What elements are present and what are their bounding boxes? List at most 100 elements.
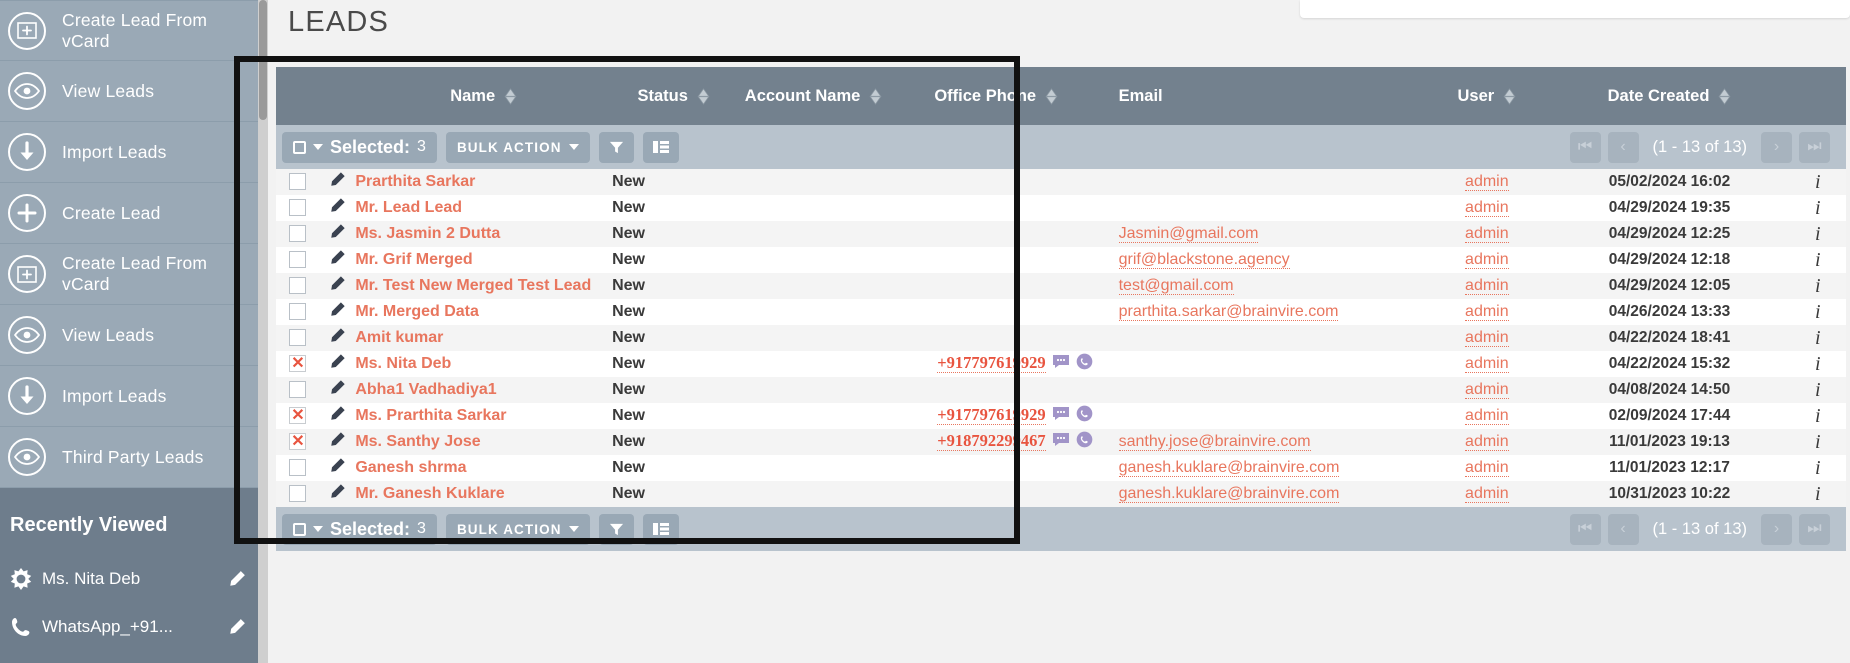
lead-email-link[interactable]: test@gmail.com xyxy=(1118,277,1234,295)
page-last-button[interactable]: ⏭ xyxy=(1799,513,1830,545)
column-header-status[interactable]: Status xyxy=(612,67,736,125)
page-next-button[interactable]: › xyxy=(1761,513,1792,545)
row-checkbox[interactable] xyxy=(289,329,307,347)
sidebar-item-import-leads[interactable]: Import Leads xyxy=(0,122,258,183)
assigned-user-link[interactable]: admin xyxy=(1465,173,1509,191)
page-prev-button[interactable]: ‹ xyxy=(1607,131,1639,163)
selected-dropdown-button-bottom[interactable]: Selected: 3 xyxy=(282,513,437,545)
row-checkbox-checked[interactable]: ✕ xyxy=(289,407,307,425)
scrollbar-thumb[interactable] xyxy=(259,0,267,120)
lead-name-link[interactable]: Ganesh shrma xyxy=(355,459,466,476)
whatsapp-icon[interactable] xyxy=(1076,353,1093,375)
row-edit-cell[interactable] xyxy=(319,169,356,195)
lead-name-link[interactable]: Abha1 Vadhadiya1 xyxy=(355,381,496,398)
lead-email-link[interactable]: ganesh.kuklare@brainvire.com xyxy=(1118,485,1340,503)
row-edit-cell[interactable] xyxy=(319,481,356,507)
sidebar-item-view-leads[interactable]: View Leads xyxy=(0,305,258,366)
column-header-user[interactable]: User xyxy=(1424,67,1550,125)
lead-name-link[interactable]: Ms. Prarthita Sarkar xyxy=(355,407,506,424)
assigned-user-link[interactable]: admin xyxy=(1465,485,1509,503)
row-edit-cell[interactable] xyxy=(319,221,356,247)
page-first-button[interactable]: ⏮ xyxy=(1569,513,1601,545)
lead-email-link[interactable]: grif@blackstone.agency xyxy=(1118,251,1290,269)
sidebar-item-third-party-leads[interactable]: Third Party Leads xyxy=(0,427,258,488)
row-checkbox[interactable] xyxy=(289,251,307,269)
row-checkbox[interactable] xyxy=(289,459,307,477)
info-icon[interactable]: i xyxy=(1815,457,1821,479)
row-edit-cell[interactable] xyxy=(319,403,356,429)
sidebar-item-create-lead[interactable]: Create Lead xyxy=(0,183,258,244)
sidebar-scrollbar[interactable] xyxy=(258,0,268,663)
column-header-name[interactable]: Name xyxy=(355,67,613,125)
assigned-user-link[interactable]: admin xyxy=(1465,355,1509,373)
lead-name-link[interactable]: Mr. Merged Data xyxy=(355,303,479,320)
info-icon[interactable]: i xyxy=(1815,483,1821,505)
page-next-button[interactable]: › xyxy=(1761,131,1792,163)
page-first-button[interactable]: ⏮ xyxy=(1569,131,1601,163)
recent-item[interactable]: Ms. Nita Deb xyxy=(0,555,258,603)
column-header-email[interactable]: Email xyxy=(1100,67,1425,125)
assigned-user-link[interactable]: admin xyxy=(1465,329,1509,347)
lead-name-link[interactable]: Ms. Santhy Jose xyxy=(355,433,480,450)
message-bubble-icon[interactable] xyxy=(1052,432,1070,452)
filter-button-top[interactable] xyxy=(598,131,634,163)
assigned-user-link[interactable]: admin xyxy=(1465,277,1509,295)
bulk-action-button-top[interactable]: BULK ACTION xyxy=(445,131,590,163)
lead-name-link[interactable]: Prarthita Sarkar xyxy=(355,173,475,190)
lead-email-link[interactable]: prarthita.sarkar@brainvire.com xyxy=(1118,303,1339,321)
assigned-user-link[interactable]: admin xyxy=(1465,381,1509,399)
info-icon[interactable]: i xyxy=(1815,353,1821,375)
info-icon[interactable]: i xyxy=(1815,301,1821,323)
row-checkbox[interactable] xyxy=(289,225,307,243)
info-icon[interactable]: i xyxy=(1815,275,1821,297)
column-chooser-button-bottom[interactable] xyxy=(642,513,679,545)
page-prev-button[interactable]: ‹ xyxy=(1607,513,1639,545)
row-checkbox[interactable] xyxy=(289,485,307,503)
page-last-button[interactable]: ⏭ xyxy=(1799,131,1830,163)
assigned-user-link[interactable]: admin xyxy=(1465,225,1509,243)
column-header-office-phone[interactable]: Office Phone xyxy=(891,67,1101,125)
row-edit-cell[interactable] xyxy=(319,455,356,481)
lead-name-link[interactable]: Mr. Lead Lead xyxy=(355,199,462,216)
info-icon[interactable]: i xyxy=(1815,431,1821,453)
row-edit-cell[interactable] xyxy=(319,351,356,377)
sidebar-item-view-leads[interactable]: View Leads xyxy=(0,61,258,122)
info-icon[interactable]: i xyxy=(1815,223,1821,245)
phone-link[interactable]: +917797619929 xyxy=(937,353,1046,374)
row-checkbox[interactable] xyxy=(289,303,307,321)
assigned-user-link[interactable]: admin xyxy=(1465,459,1509,477)
row-edit-cell[interactable] xyxy=(319,195,356,221)
phone-link[interactable]: +917797619929 xyxy=(937,405,1046,426)
assigned-user-link[interactable]: admin xyxy=(1465,251,1509,269)
row-edit-cell[interactable] xyxy=(319,247,356,273)
lead-name-link[interactable]: Mr. Test New Merged Test Lead xyxy=(355,277,591,294)
lead-email-link[interactable]: Jasmin@gmail.com xyxy=(1118,225,1259,243)
whatsapp-icon[interactable] xyxy=(1076,405,1093,427)
column-header-account-name[interactable]: Account Name xyxy=(735,67,892,125)
row-checkbox[interactable] xyxy=(289,173,307,191)
sidebar-item-create-lead-from-vcard[interactable]: Create Lead From vCard xyxy=(0,0,258,61)
assigned-user-link[interactable]: admin xyxy=(1465,407,1509,425)
message-bubble-icon[interactable] xyxy=(1052,354,1070,374)
lead-name-link[interactable]: Ms. Nita Deb xyxy=(355,355,451,372)
pencil-icon[interactable] xyxy=(216,570,258,588)
row-checkbox-checked[interactable]: ✕ xyxy=(289,433,307,451)
row-edit-cell[interactable] xyxy=(319,377,356,403)
assigned-user-link[interactable]: admin xyxy=(1465,433,1509,451)
lead-email-link[interactable]: santhy.jose@brainvire.com xyxy=(1118,433,1311,451)
column-header-date-created[interactable]: Date Created xyxy=(1549,67,1790,125)
info-icon[interactable]: i xyxy=(1815,379,1821,401)
row-edit-cell[interactable] xyxy=(319,273,356,299)
assigned-user-link[interactable]: admin xyxy=(1465,303,1509,321)
info-icon[interactable]: i xyxy=(1815,405,1821,427)
row-edit-cell[interactable] xyxy=(319,429,356,455)
lead-name-link[interactable]: Mr. Ganesh Kuklare xyxy=(355,485,504,502)
selected-dropdown-button-top[interactable]: Selected: 3 xyxy=(282,131,437,163)
lead-name-link[interactable]: Amit kumar xyxy=(355,329,443,346)
lead-name-link[interactable]: Ms. Jasmin 2 Dutta xyxy=(355,225,500,242)
whatsapp-icon[interactable] xyxy=(1076,431,1093,453)
row-checkbox-checked[interactable]: ✕ xyxy=(289,355,307,373)
filter-button-bottom[interactable] xyxy=(598,513,634,545)
pencil-icon[interactable] xyxy=(216,618,258,636)
sidebar-item-create-lead-from-vcard[interactable]: Create Lead From vCard xyxy=(0,244,258,305)
